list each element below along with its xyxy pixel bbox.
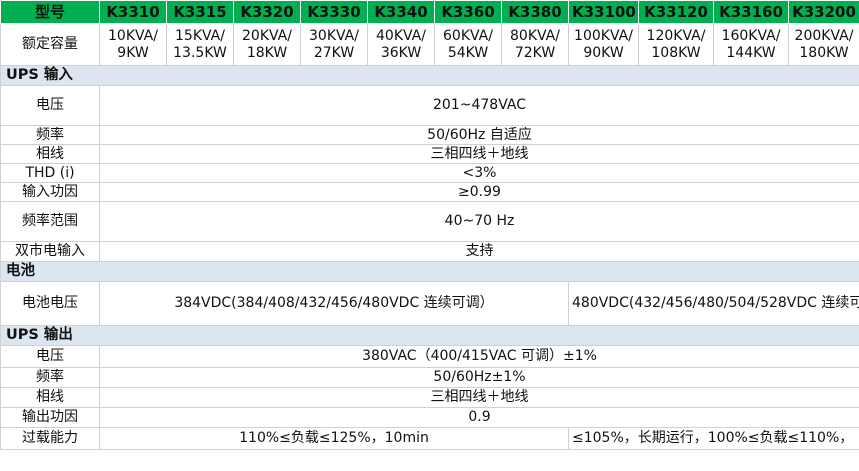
row-value: 50/60Hz±1% [99, 367, 859, 388]
row-value: 480VDC(432/456/480/504/528VDC 连续可调） [568, 281, 859, 326]
capacity-cell: 10KVA/9KW [99, 23, 167, 66]
model-name: K33120 [638, 0, 714, 24]
model-header-label: 型号 [0, 0, 100, 24]
row-output-overload: 过载能力 110%≤负载≤125%，10min ≤105%，长期运行，100%≤… [0, 427, 859, 450]
row-value: 384VDC(384/408/432/456/480VDC 连续可调） [99, 281, 569, 326]
model-name: K3340 [367, 0, 435, 24]
row-label: 相线 [0, 144, 100, 164]
row-value: ≤105%，长期运行，100%≤负载≤110%， [568, 427, 859, 450]
row-label: 频率 [0, 125, 100, 145]
row-battery-voltage: 电池电压 384VDC(384/408/432/456/480VDC 连续可调）… [0, 281, 859, 326]
row-label: THD (i) [0, 163, 100, 183]
row-output-phase: 相线 三相四线＋地线 [0, 387, 859, 408]
section-header-battery: 电池 [0, 261, 859, 282]
capacity-cell: 30KVA/27KW [300, 23, 368, 66]
capacity-cell: 15KVA/13.5KW [166, 23, 234, 66]
model-name: K3360 [434, 0, 502, 24]
row-value: 380VAC（400/415VAC 可调）±1% [99, 345, 859, 368]
model-name: K33200 [788, 0, 859, 24]
row-value: 50/60Hz 自适应 [99, 125, 859, 145]
row-label: 电池电压 [0, 281, 100, 326]
section-header-ups-output: UPS 输出 [0, 325, 859, 346]
section-title: 电池 [0, 261, 859, 282]
spec-table: 型号 K3310 K3315 K3320 K3330 K3340 K3360 K… [0, 0, 859, 450]
capacity-cell: 60KVA/54KW [434, 23, 502, 66]
capacity-row: 额定容量 10KVA/9KW 15KVA/13.5KW 20KVA/18KW 3… [0, 23, 859, 66]
model-name: K3320 [233, 0, 301, 24]
row-label: 相线 [0, 387, 100, 408]
model-name: K3330 [300, 0, 368, 24]
model-name: K3310 [99, 0, 167, 24]
row-value: 0.9 [99, 407, 859, 428]
row-value: 支持 [99, 241, 859, 262]
row-output-frequency: 频率 50/60Hz±1% [0, 367, 859, 388]
section-header-ups-input: UPS 输入 [0, 65, 859, 86]
row-input-phase: 相线 三相四线＋地线 [0, 144, 859, 164]
row-value: <3% [99, 163, 859, 183]
section-title: UPS 输出 [0, 325, 859, 346]
row-value: 40~70 Hz [99, 201, 859, 242]
model-name: K3315 [166, 0, 234, 24]
row-input-thd: THD (i) <3% [0, 163, 859, 183]
row-label: 电压 [0, 345, 100, 368]
model-name: K3380 [501, 0, 569, 24]
section-title: UPS 输入 [0, 65, 859, 86]
row-input-dual-mains: 双市电输入 支持 [0, 241, 859, 262]
row-label: 频率 [0, 367, 100, 388]
row-input-freq-range: 频率范围 40~70 Hz [0, 201, 859, 242]
row-label: 输入功因 [0, 182, 100, 202]
row-input-frequency: 频率 50/60Hz 自适应 [0, 125, 859, 145]
capacity-cell: 80KVA/72KW [501, 23, 569, 66]
capacity-cell: 160KVA/144KW [713, 23, 789, 66]
row-input-voltage: 电压 201~478VAC [0, 85, 859, 126]
header-row: 型号 K3310 K3315 K3320 K3330 K3340 K3360 K… [0, 0, 859, 24]
row-label: 频率范围 [0, 201, 100, 242]
capacity-cell: 120KVA/108KW [638, 23, 714, 66]
row-value: 三相四线＋地线 [99, 144, 859, 164]
row-value: 110%≤负载≤125%，10min [99, 427, 569, 450]
row-value: ≥0.99 [99, 182, 859, 202]
model-name: K33160 [713, 0, 789, 24]
capacity-label: 额定容量 [0, 23, 100, 66]
row-value: 三相四线＋地线 [99, 387, 859, 408]
row-label: 过载能力 [0, 427, 100, 450]
row-output-power-factor: 输出功因 0.9 [0, 407, 859, 428]
capacity-cell: 20KVA/18KW [233, 23, 301, 66]
row-label: 输出功因 [0, 407, 100, 428]
row-value: 201~478VAC [99, 85, 859, 126]
row-label: 电压 [0, 85, 100, 126]
capacity-cell: 40KVA/36KW [367, 23, 435, 66]
row-input-power-factor: 输入功因 ≥0.99 [0, 182, 859, 202]
row-output-voltage: 电压 380VAC（400/415VAC 可调）±1% [0, 345, 859, 368]
row-label: 双市电输入 [0, 241, 100, 262]
capacity-cell: 200KVA/180KW [788, 23, 859, 66]
capacity-cell: 100KVA/90KW [568, 23, 639, 66]
model-name: K33100 [568, 0, 639, 24]
